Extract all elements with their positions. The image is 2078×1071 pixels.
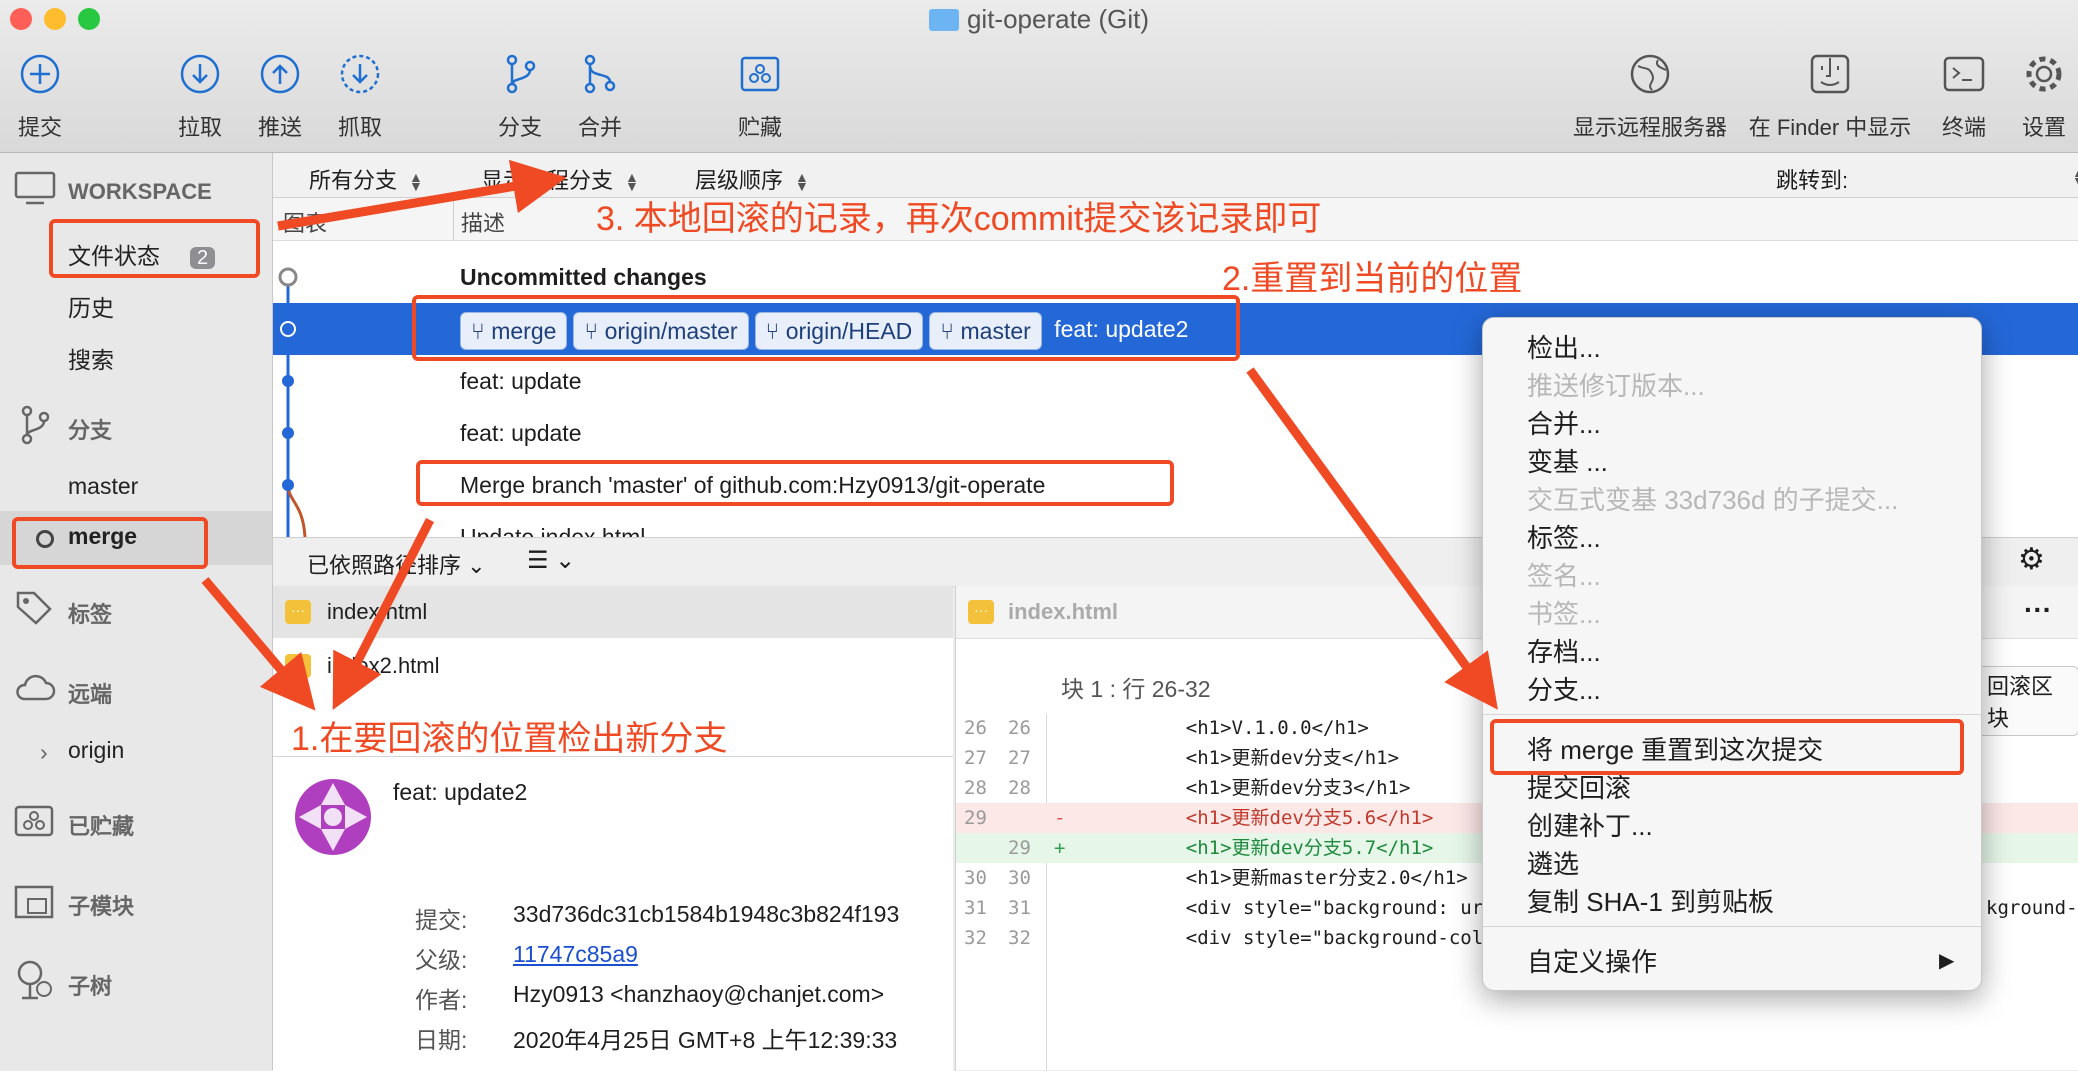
annotation-step3: 3. 本地回滚的记录，再次commit提交该记录即可	[596, 200, 1322, 238]
annotation-arrows	[201, 159, 1498, 711]
annotation-step2: 2.重置到当前的位置	[1222, 260, 1523, 298]
annotation-step1: 1.在要回滚的位置检出新分支	[291, 720, 728, 758]
